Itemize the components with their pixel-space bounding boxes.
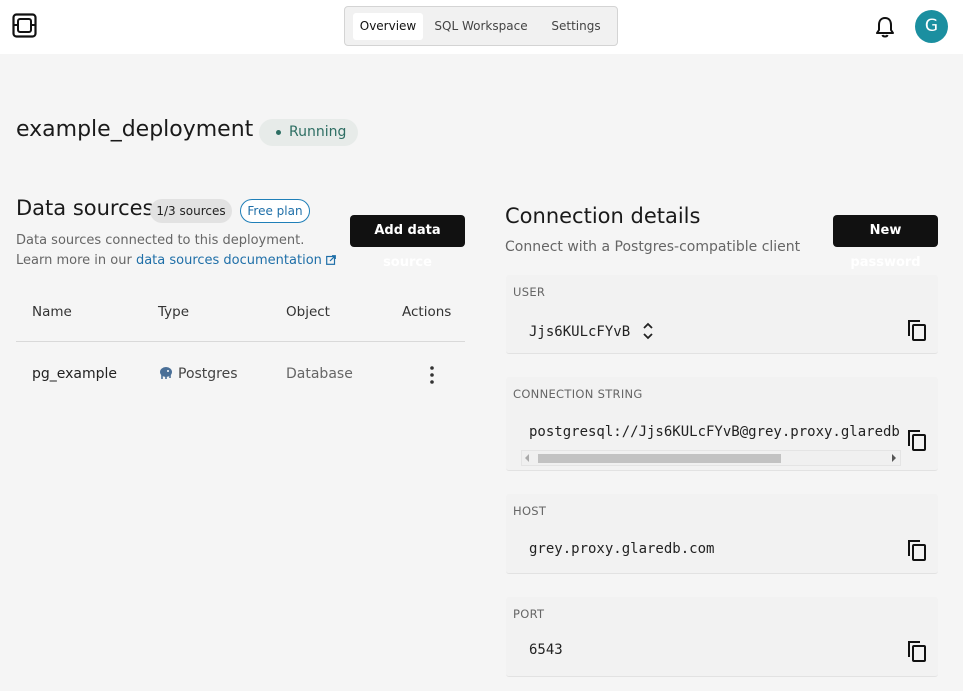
port-label: PORT bbox=[513, 607, 545, 621]
connection-string-card: CONNECTION STRING postgresql://Jjs6KULcF… bbox=[506, 377, 938, 471]
new-password-button[interactable]: New password bbox=[833, 215, 938, 270]
sources-count-badge: 1/3 sources bbox=[150, 199, 232, 223]
copy-icon[interactable] bbox=[906, 538, 928, 562]
status-dot-icon bbox=[276, 130, 281, 135]
port-value[interactable]: 6543 bbox=[529, 642, 563, 658]
user-value[interactable]: Jjs6KULcFYvB bbox=[529, 321, 654, 341]
description-prefix: Learn more in our bbox=[16, 253, 132, 268]
docs-link[interactable]: data sources documentation bbox=[136, 253, 336, 268]
scroll-right-arrow-icon[interactable] bbox=[892, 454, 896, 462]
column-header-type: Type bbox=[158, 304, 190, 320]
copy-icon[interactable] bbox=[906, 639, 928, 663]
host-label: HOST bbox=[513, 504, 547, 518]
tab-sql-workspace[interactable]: SQL Workspace bbox=[431, 13, 531, 40]
column-header-name: Name bbox=[32, 304, 72, 320]
table-row-object: Database bbox=[286, 366, 353, 382]
port-field-card: PORT 6543 bbox=[506, 597, 938, 677]
tab-overview[interactable]: Overview bbox=[353, 13, 423, 40]
more-options-icon[interactable] bbox=[424, 365, 440, 385]
bell-icon[interactable] bbox=[875, 16, 895, 38]
status-badge: Running bbox=[259, 119, 358, 146]
copy-icon[interactable] bbox=[906, 318, 928, 342]
plan-badge[interactable]: Free plan bbox=[240, 199, 310, 223]
connection-string-value[interactable]: postgresql://Jjs6KULcFYvB@grey.proxy.gla… bbox=[529, 424, 901, 440]
connection-string-scroll-area[interactable]: postgresql://Jjs6KULcFYvB@grey.proxy.gla… bbox=[529, 421, 901, 443]
data-sources-title: Data sources bbox=[16, 196, 154, 220]
top-navigation-bar: Overview SQL Workspace Settings G bbox=[0, 0, 963, 54]
description-line: Data sources connected to this deploymen… bbox=[16, 233, 305, 248]
scrollbar-thumb[interactable] bbox=[538, 454, 781, 463]
column-header-actions: Actions bbox=[402, 304, 452, 320]
column-header-object: Object bbox=[286, 304, 330, 320]
table-divider bbox=[16, 341, 465, 342]
connection-string-label: CONNECTION STRING bbox=[513, 387, 643, 401]
scroll-left-arrow-icon[interactable] bbox=[525, 454, 529, 462]
glaredb-logo-icon[interactable] bbox=[12, 13, 37, 38]
table-row-name: pg_example bbox=[32, 366, 118, 382]
postgres-elephant-icon bbox=[160, 367, 172, 379]
connection-details-title: Connection details bbox=[505, 204, 701, 228]
horizontal-scrollbar[interactable] bbox=[521, 450, 901, 466]
main-tabs: Overview SQL Workspace Settings bbox=[344, 6, 618, 46]
host-value[interactable]: grey.proxy.glaredb.com bbox=[529, 541, 714, 557]
connection-details-subtitle: Connect with a Postgres-compatible clien… bbox=[505, 239, 801, 255]
add-data-source-button[interactable]: Add data source bbox=[350, 215, 465, 270]
user-avatar[interactable]: G bbox=[915, 10, 948, 43]
user-label: USER bbox=[513, 285, 546, 299]
copy-icon[interactable] bbox=[906, 428, 928, 452]
user-field-card: USER Jjs6KULcFYvB bbox=[506, 275, 938, 354]
type-label: Postgres bbox=[178, 366, 238, 382]
swap-vertical-icon[interactable] bbox=[642, 321, 654, 341]
deployment-name: example_deployment bbox=[16, 117, 254, 142]
external-link-icon bbox=[325, 255, 336, 265]
data-sources-description: Data sources connected to this deploymen… bbox=[16, 231, 336, 271]
host-field-card: HOST grey.proxy.glaredb.com bbox=[506, 494, 938, 574]
table-row-type: Postgres bbox=[158, 366, 238, 382]
status-label: Running bbox=[289, 124, 347, 140]
tab-settings[interactable]: Settings bbox=[543, 13, 609, 40]
